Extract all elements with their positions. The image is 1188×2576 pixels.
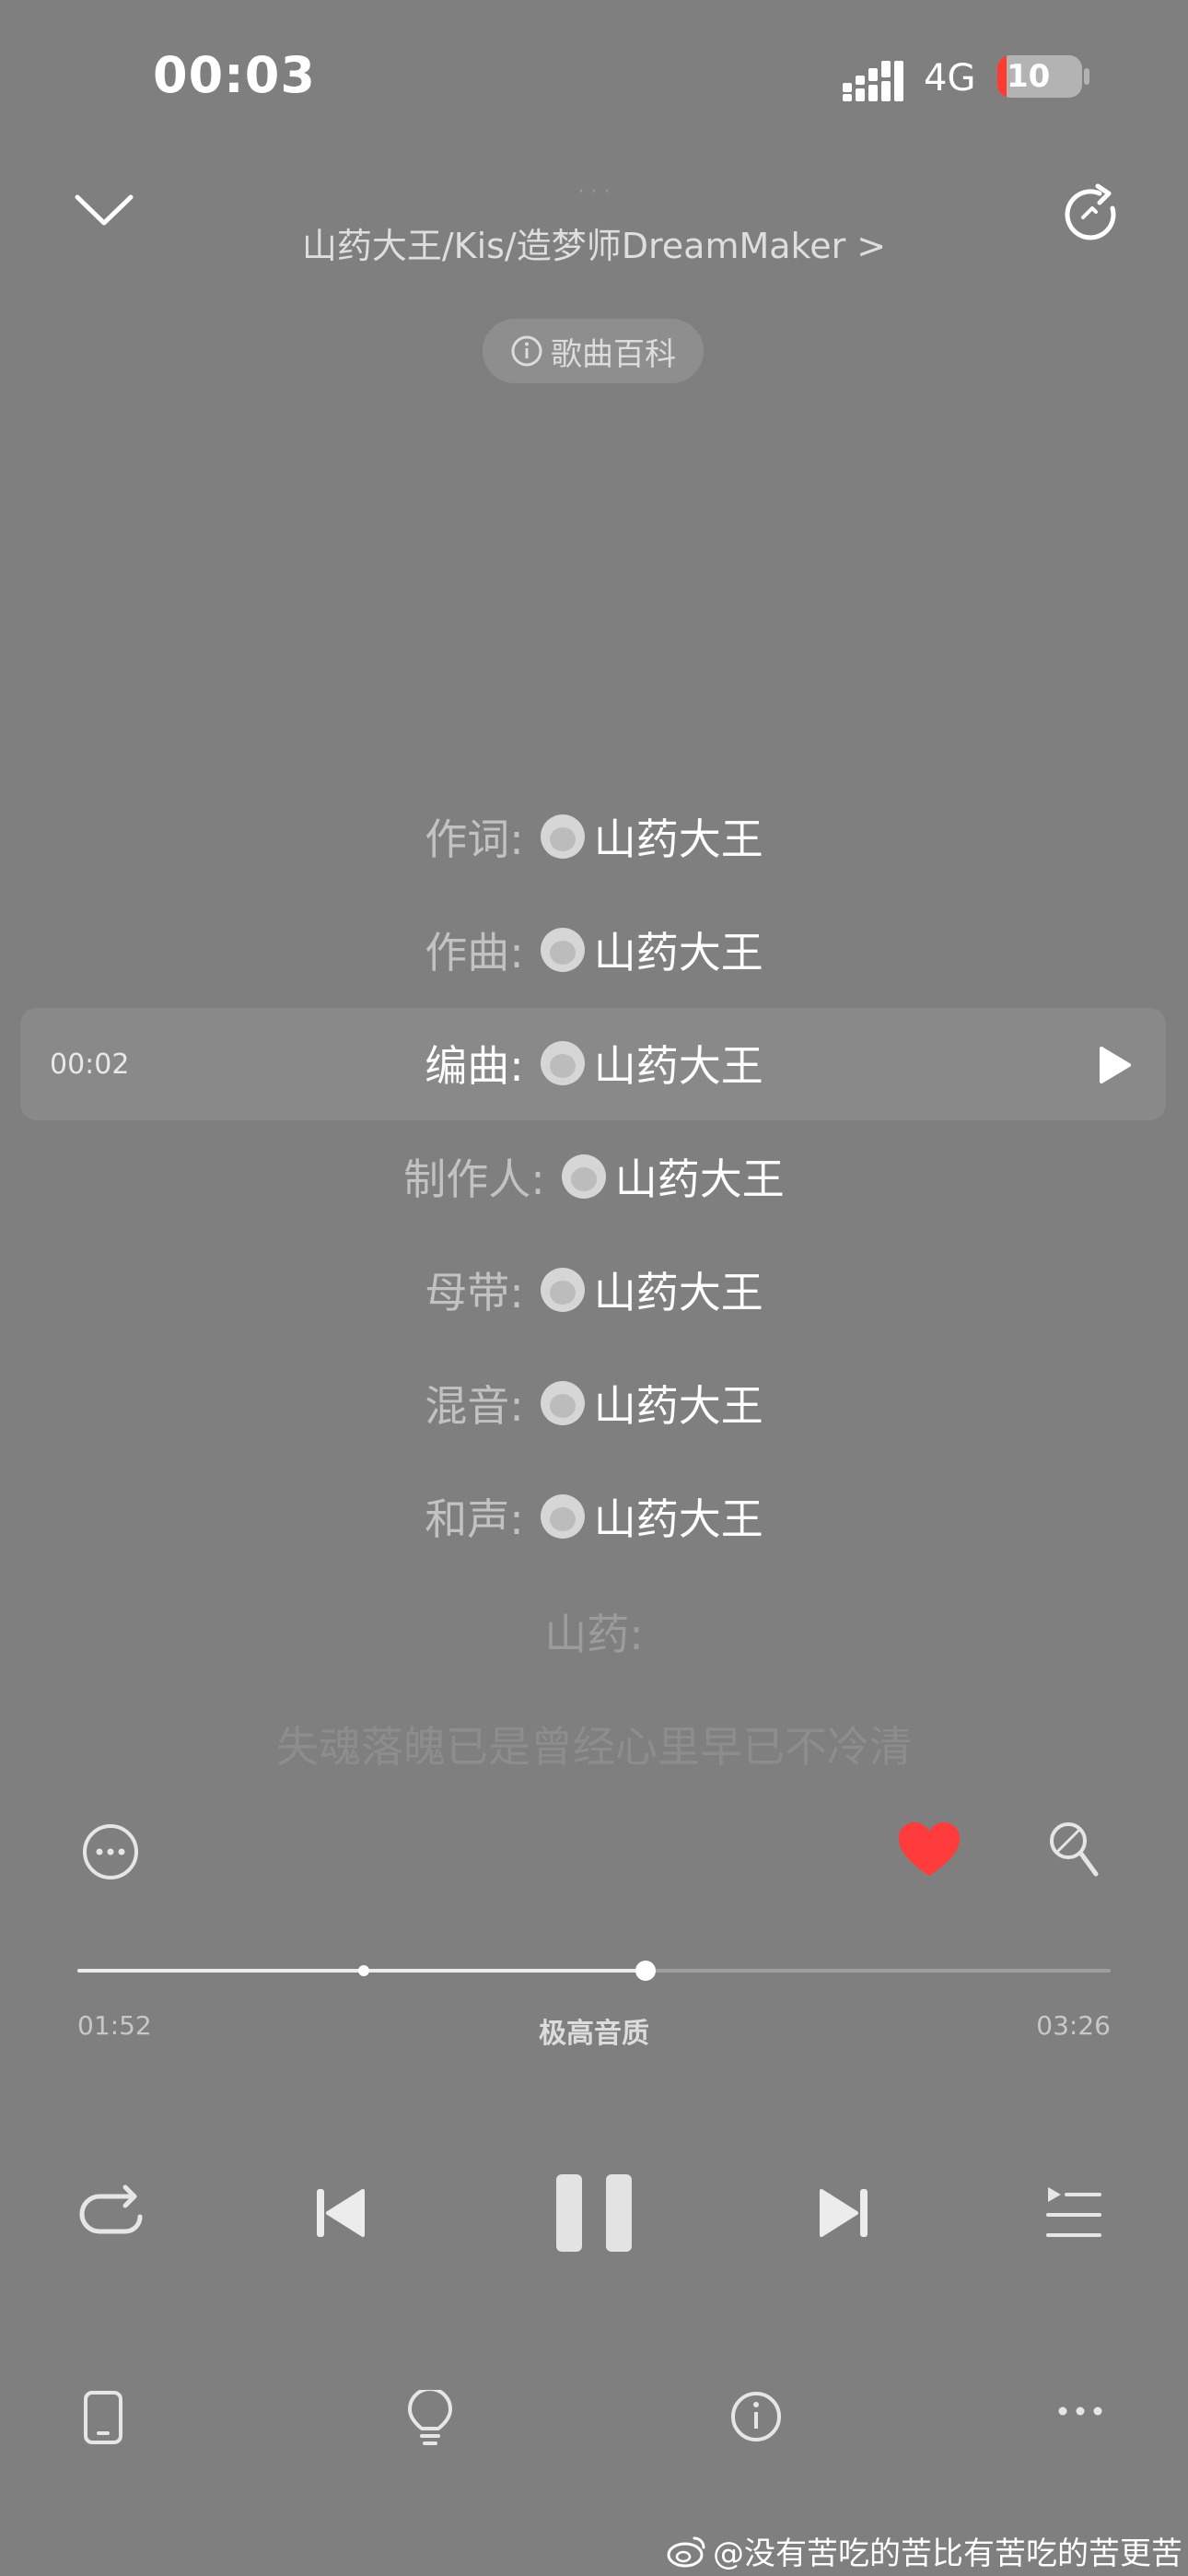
credit-row-producer: 制作人: 山药大王 — [0, 1140, 1188, 1213]
credit-name[interactable]: 山药大王 — [594, 1373, 763, 1434]
credit-name[interactable]: 山药大王 — [594, 1486, 763, 1547]
buffer-marker — [357, 1965, 369, 1976]
upcoming-singer: 山药: — [544, 1610, 644, 1659]
credit-name[interactable]: 山药大王 — [594, 1033, 763, 1094]
weibo-watermark: @没有苦吃的苦比有苦吃的苦更苦 — [667, 2528, 1182, 2573]
battery-icon: 10 — [997, 55, 1082, 98]
avatar — [540, 1268, 585, 1312]
avatar — [561, 1154, 606, 1199]
song-wiki-label: 歌曲百科 — [551, 335, 676, 373]
next-icon[interactable] — [816, 2185, 871, 2241]
playlist-icon[interactable] — [1046, 2185, 1101, 2239]
more-circle-icon[interactable] — [81, 1822, 140, 1881]
credit-row-composer: 作曲: 山药大王 — [0, 913, 1188, 987]
credit-row-mixing: 混音: 山药大王 — [0, 1366, 1188, 1440]
total-time: 03:26 — [1036, 2010, 1111, 2041]
progress-track[interactable] — [77, 1969, 1111, 1973]
credit-name[interactable]: 山药大王 — [615, 1146, 785, 1207]
song-wiki-button[interactable]: 歌曲百科 — [483, 319, 704, 383]
battery-tip — [1084, 68, 1089, 85]
lightbulb-icon[interactable] — [407, 2390, 453, 2447]
credit-role: 制作人: — [403, 1154, 545, 1204]
upcoming-lyric: 失魂落魄已是曾经心里早已不冷清 — [276, 1722, 912, 1772]
credit-row-arranger: 编曲: 山药大王 — [0, 1026, 1188, 1100]
credit-role: 编曲: — [425, 1041, 524, 1091]
progress-knob[interactable] — [635, 1961, 657, 1981]
refresh-icon[interactable] — [1057, 181, 1125, 249]
avatar — [540, 1494, 585, 1539]
more-icon[interactable] — [1057, 2405, 1103, 2418]
credit-role: 作词: — [425, 814, 524, 864]
credit-role: 混音: — [425, 1381, 524, 1431]
microphone-icon[interactable] — [1048, 1821, 1100, 1881]
song-title-faded: · · · — [577, 181, 611, 204]
credit-role: 和声: — [425, 1494, 524, 1544]
credit-role: 作曲: — [425, 928, 524, 978]
avatar — [540, 928, 585, 972]
info-icon — [511, 335, 542, 367]
phone-device-icon[interactable] — [83, 2390, 123, 2445]
avatar — [540, 1041, 585, 1085]
info-icon[interactable] — [729, 2390, 783, 2443]
cellular-signal-icon — [843, 61, 903, 101]
avatar — [540, 814, 585, 859]
credit-name[interactable]: 山药大王 — [594, 806, 763, 867]
audio-quality-button[interactable]: 极高音质 — [0, 2010, 1188, 2051]
weibo-icon — [667, 2536, 705, 2567]
credit-role: 母带: — [425, 1268, 524, 1317]
watermark-text: @没有苦吃的苦比有苦吃的苦更苦 — [713, 2535, 1182, 2572]
credit-name[interactable]: 山药大王 — [594, 1259, 763, 1320]
credit-name[interactable]: 山药大王 — [594, 919, 763, 980]
credit-row-mastering: 母带: 山药大王 — [0, 1253, 1188, 1327]
status-time: 00:03 — [153, 46, 316, 104]
credit-row-lyricist: 作词: 山药大王 — [0, 800, 1188, 873]
battery-level: 10 — [1007, 58, 1051, 95]
pause-icon[interactable] — [553, 2171, 635, 2255]
artist-link[interactable]: 山药大王/Kis/造梦师DreamMaker > — [0, 217, 1188, 268]
repeat-icon[interactable] — [79, 2180, 147, 2244]
previous-icon[interactable] — [313, 2185, 368, 2241]
avatar — [540, 1381, 585, 1425]
credit-row-harmony: 和声: 山药大王 — [0, 1480, 1188, 1553]
heart-icon[interactable] — [897, 1821, 961, 1879]
network-type: 4G — [924, 57, 976, 100]
